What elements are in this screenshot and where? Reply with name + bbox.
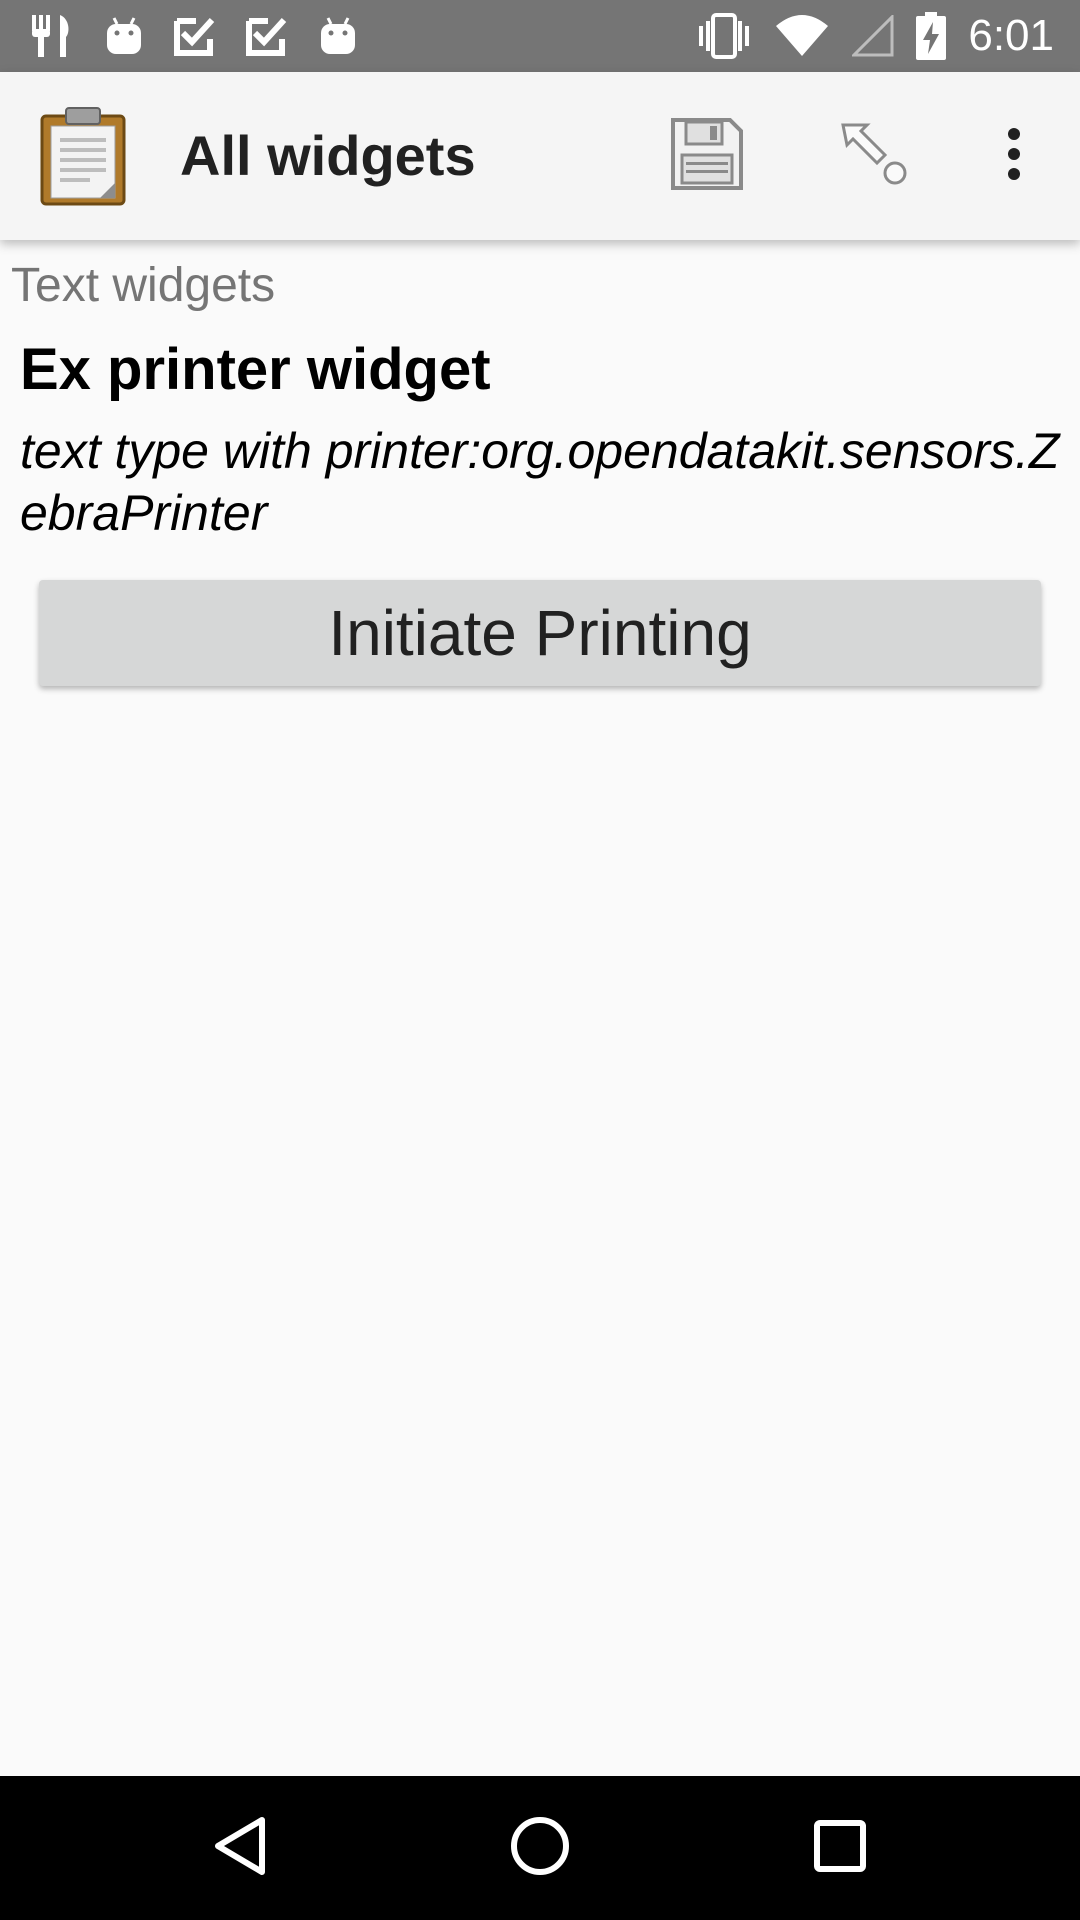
check-box-icon	[174, 15, 216, 57]
home-icon	[510, 1816, 570, 1880]
restaurant-icon	[30, 13, 74, 59]
question-label: Ex printer widget	[20, 337, 491, 402]
save-button[interactable]	[657, 106, 757, 206]
android-icon	[318, 16, 358, 56]
home-button[interactable]	[490, 1798, 590, 1898]
overflow-menu-button[interactable]	[964, 106, 1064, 206]
app-title: All widgets	[180, 124, 476, 187]
navigation-bar	[0, 1776, 1080, 1920]
group-label: Text widgets	[11, 259, 276, 312]
initiate-printing-button[interactable]: Initiate Printing	[39, 580, 1041, 686]
clipboard-icon	[40, 106, 126, 206]
back-icon	[212, 1815, 268, 1881]
goto-question-button[interactable]	[826, 106, 926, 206]
more-vert-icon	[1004, 126, 1024, 186]
recents-icon	[813, 1819, 867, 1877]
status-time: 6:01	[968, 11, 1054, 60]
app-bar: All widgets	[0, 72, 1080, 240]
android-icon	[104, 16, 144, 56]
battery-charging-icon	[916, 12, 947, 60]
save-icon	[670, 117, 744, 195]
status-bar: 6:01	[0, 0, 1080, 72]
system-icons: 6:01	[696, 0, 1054, 72]
check-box-icon	[246, 15, 288, 57]
vibrate-icon	[696, 13, 752, 59]
question-hint: text type with printer:org.opendatakit.s…	[20, 423, 1060, 541]
wifi-icon	[774, 14, 830, 58]
notification-icons	[30, 0, 358, 72]
back-button[interactable]	[190, 1798, 290, 1898]
goto-question-icon	[841, 121, 911, 191]
recents-button[interactable]	[790, 1798, 890, 1898]
screen: 6:01 All widgets Text widgets Ex printer…	[0, 0, 1080, 1920]
cell-signal-icon	[852, 15, 894, 57]
